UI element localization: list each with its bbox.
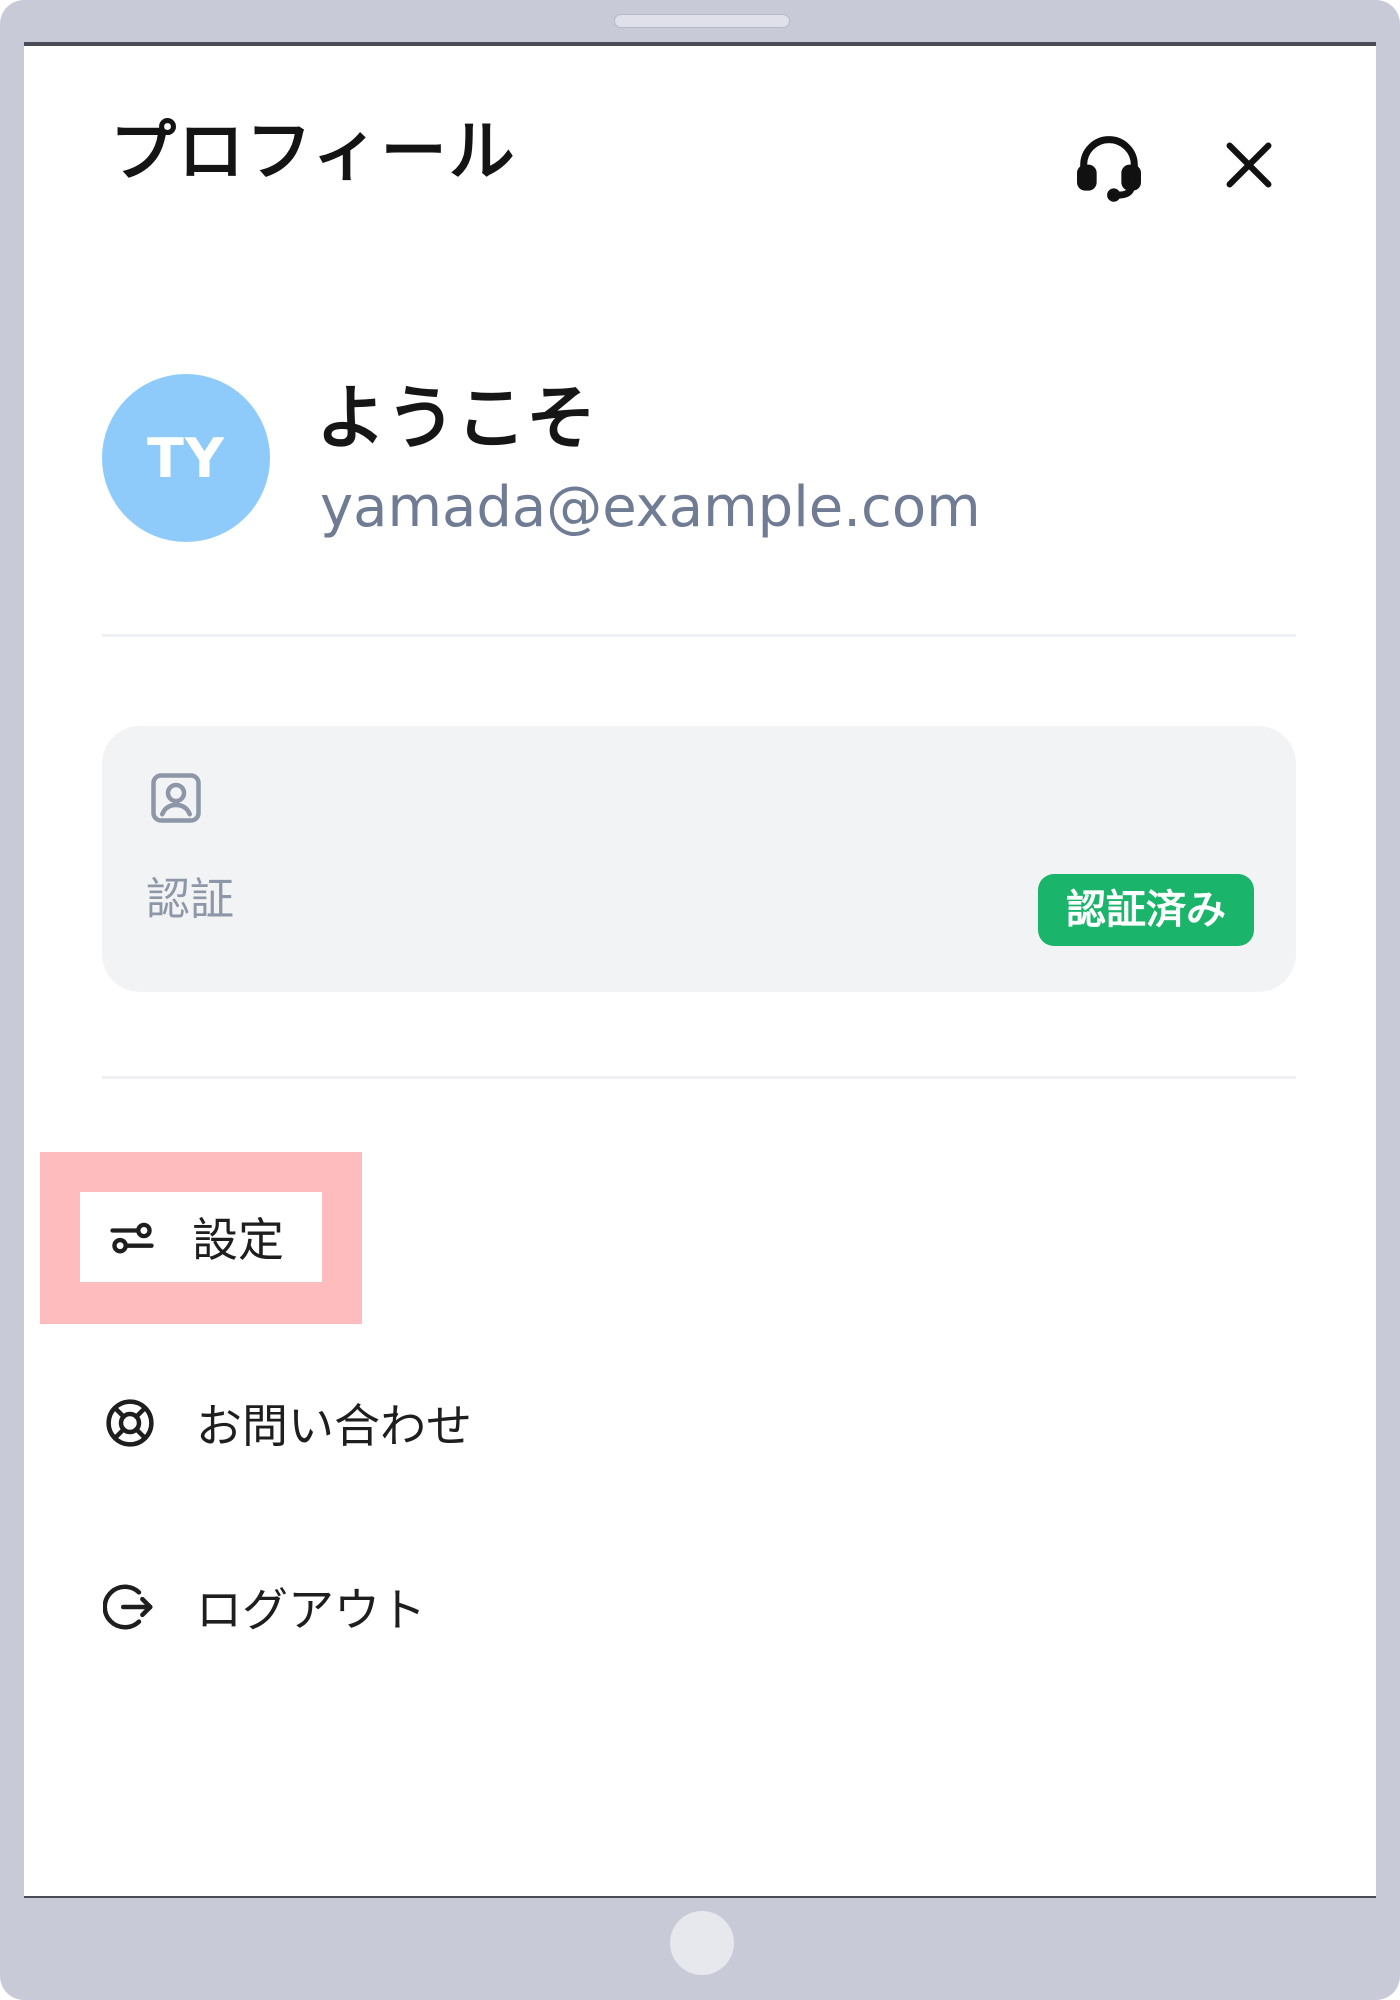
support-button[interactable] xyxy=(1064,120,1154,210)
menu-item-settings[interactable]: 設定 xyxy=(80,1192,322,1282)
menu-item-label: 設定 xyxy=(192,1213,284,1267)
menu-item-label: ログアウト xyxy=(196,1583,426,1637)
id-card-icon xyxy=(146,768,206,828)
menu-item-label: お問い合わせ xyxy=(196,1399,472,1453)
divider xyxy=(102,634,1296,637)
close-icon xyxy=(1226,142,1272,188)
headset-icon xyxy=(1077,136,1141,202)
menu-item-contact[interactable]: お問い合わせ xyxy=(102,1378,472,1468)
close-button[interactable] xyxy=(1204,120,1294,210)
avatar: TY xyxy=(102,374,270,542)
page-title: プロフィール xyxy=(110,113,517,190)
menu-item-logout[interactable]: ログアウト xyxy=(102,1562,426,1652)
divider xyxy=(102,1076,1296,1079)
user-email: yamada@example.com xyxy=(320,475,981,540)
logout-icon xyxy=(102,1579,158,1635)
profile-panel: プロフィール TY ようこそ yamada@example.com 認証 認証済… xyxy=(24,42,1376,1898)
lifebuoy-icon xyxy=(102,1395,158,1451)
status-badge: 認証済み xyxy=(1038,874,1254,946)
welcome-heading: ようこそ xyxy=(316,377,596,459)
verification-label: 認証 xyxy=(146,874,234,925)
device-home-button[interactable] xyxy=(670,1911,734,1975)
verification-card[interactable]: 認証 認証済み xyxy=(102,726,1296,992)
device-speaker xyxy=(614,14,790,28)
sliders-icon xyxy=(104,1209,160,1265)
device-frame: プロフィール TY ようこそ yamada@example.com 認証 認証済… xyxy=(0,0,1400,2000)
